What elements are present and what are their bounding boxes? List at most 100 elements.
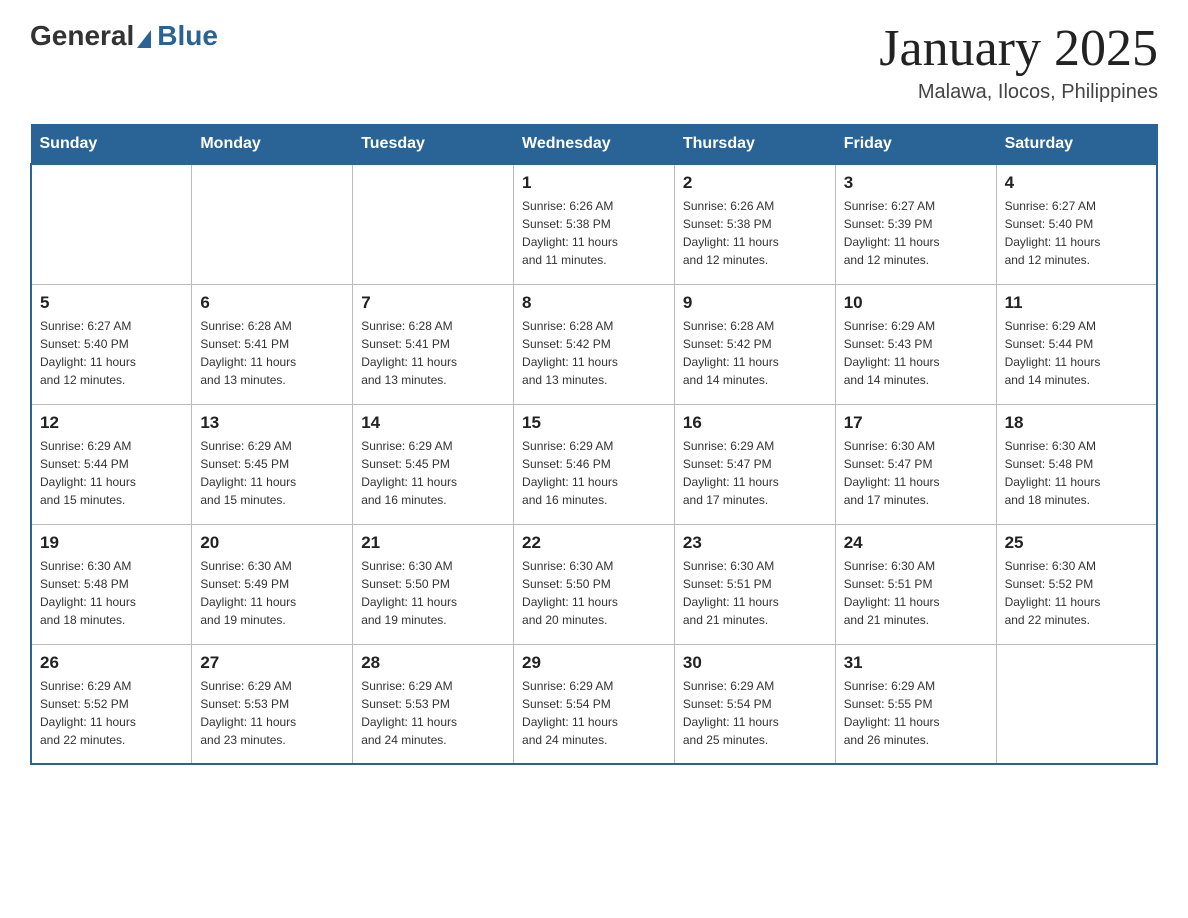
day-info: Sunrise: 6:30 AM Sunset: 5:48 PM Dayligh…	[1005, 437, 1148, 509]
weekday-header-friday: Friday	[835, 125, 996, 165]
weekday-header-saturday: Saturday	[996, 125, 1157, 165]
day-number: 15	[522, 413, 666, 433]
calendar-cell: 12Sunrise: 6:29 AM Sunset: 5:44 PM Dayli…	[31, 404, 192, 524]
day-number: 20	[200, 533, 344, 553]
calendar-cell	[192, 164, 353, 284]
day-number: 28	[361, 653, 505, 673]
calendar-cell: 6 Sunrise: 6:28 AM Sunset: 5:41 PM Daylig…	[192, 284, 353, 404]
weekday-header-wednesday: Wednesday	[514, 125, 675, 165]
day-number: 13	[200, 413, 344, 433]
location-subtitle: Malawa, Ilocos, Philippines	[879, 81, 1158, 104]
calendar-cell: 24 Sunrise: 6:30 AM Sunset: 5:51 PM Dayli…	[835, 524, 996, 644]
day-info: Sunrise: 6:29 AM Sunset: 5:45 PM Dayligh…	[200, 437, 344, 509]
day-number: 5	[40, 293, 183, 313]
calendar-week-row: 19Sunrise: 6:30 AM Sunset: 5:48 PM Dayli…	[31, 524, 1157, 644]
day-number: 18	[1005, 413, 1148, 433]
day-number: 30	[683, 653, 827, 673]
day-info: Sunrise: 6:28 AM Sunset: 5:41 PM Dayligh…	[361, 317, 505, 389]
day-number: 8	[522, 293, 666, 313]
day-number: 6	[200, 293, 344, 313]
calendar-cell: 5 Sunrise: 6:27 AM Sunset: 5:40 PM Daylig…	[31, 284, 192, 404]
calendar-cell: 11Sunrise: 6:29 AM Sunset: 5:44 PM Dayli…	[996, 284, 1157, 404]
calendar-cell: 7Sunrise: 6:28 AM Sunset: 5:41 PM Daylig…	[353, 284, 514, 404]
calendar-cell: 29Sunrise: 6:29 AM Sunset: 5:54 PM Dayli…	[514, 644, 675, 764]
day-number: 27	[200, 653, 344, 673]
day-number: 3	[844, 173, 988, 193]
calendar-body: 1 Sunrise: 6:26 AM Sunset: 5:38 PM Daylig…	[31, 164, 1157, 764]
calendar-cell: 9 Sunrise: 6:28 AM Sunset: 5:42 PM Daylig…	[674, 284, 835, 404]
weekday-header-row: SundayMondayTuesdayWednesdayThursdayFrid…	[31, 125, 1157, 165]
calendar-cell: 27 Sunrise: 6:29 AM Sunset: 5:53 PM Dayli…	[192, 644, 353, 764]
calendar-cell	[31, 164, 192, 284]
day-info: Sunrise: 6:30 AM Sunset: 5:51 PM Dayligh…	[683, 557, 827, 629]
calendar-week-row: 12Sunrise: 6:29 AM Sunset: 5:44 PM Dayli…	[31, 404, 1157, 524]
day-info: Sunrise: 6:29 AM Sunset: 5:53 PM Dayligh…	[200, 677, 344, 749]
calendar-cell: 22 Sunrise: 6:30 AM Sunset: 5:50 PM Dayli…	[514, 524, 675, 644]
day-info: Sunrise: 6:30 AM Sunset: 5:52 PM Dayligh…	[1005, 557, 1148, 629]
calendar-cell: 31 Sunrise: 6:29 AM Sunset: 5:55 PM Dayli…	[835, 644, 996, 764]
day-info: Sunrise: 6:30 AM Sunset: 5:51 PM Dayligh…	[844, 557, 988, 629]
calendar-cell: 15 Sunrise: 6:29 AM Sunset: 5:46 PM Dayli…	[514, 404, 675, 524]
calendar-cell: 23 Sunrise: 6:30 AM Sunset: 5:51 PM Dayli…	[674, 524, 835, 644]
calendar-cell: 17Sunrise: 6:30 AM Sunset: 5:47 PM Dayli…	[835, 404, 996, 524]
day-number: 21	[361, 533, 505, 553]
day-number: 31	[844, 653, 988, 673]
calendar-cell: 16Sunrise: 6:29 AM Sunset: 5:47 PM Dayli…	[674, 404, 835, 524]
page-header: General Blue January 2025 Malawa, Ilocos…	[30, 20, 1158, 104]
calendar-cell: 28 Sunrise: 6:29 AM Sunset: 5:53 PM Dayli…	[353, 644, 514, 764]
logo: General Blue	[30, 20, 218, 52]
day-number: 2	[683, 173, 827, 193]
calendar-cell: 26Sunrise: 6:29 AM Sunset: 5:52 PM Dayli…	[31, 644, 192, 764]
day-info: Sunrise: 6:30 AM Sunset: 5:49 PM Dayligh…	[200, 557, 344, 629]
day-number: 23	[683, 533, 827, 553]
day-number: 22	[522, 533, 666, 553]
weekday-header-monday: Monday	[192, 125, 353, 165]
day-number: 10	[844, 293, 988, 313]
day-info: Sunrise: 6:29 AM Sunset: 5:54 PM Dayligh…	[683, 677, 827, 749]
day-number: 14	[361, 413, 505, 433]
calendar-cell: 18 Sunrise: 6:30 AM Sunset: 5:48 PM Dayli…	[996, 404, 1157, 524]
calendar-table: SundayMondayTuesdayWednesdayThursdayFrid…	[30, 124, 1158, 765]
calendar-week-row: 26Sunrise: 6:29 AM Sunset: 5:52 PM Dayli…	[31, 644, 1157, 764]
day-info: Sunrise: 6:29 AM Sunset: 5:46 PM Dayligh…	[522, 437, 666, 509]
day-info: Sunrise: 6:27 AM Sunset: 5:40 PM Dayligh…	[40, 317, 183, 389]
day-info: Sunrise: 6:29 AM Sunset: 5:54 PM Dayligh…	[522, 677, 666, 749]
calendar-cell: 30 Sunrise: 6:29 AM Sunset: 5:54 PM Dayli…	[674, 644, 835, 764]
day-info: Sunrise: 6:26 AM Sunset: 5:38 PM Dayligh…	[683, 197, 827, 269]
calendar-cell: 14 Sunrise: 6:29 AM Sunset: 5:45 PM Dayli…	[353, 404, 514, 524]
day-number: 9	[683, 293, 827, 313]
calendar-cell: 4Sunrise: 6:27 AM Sunset: 5:40 PM Daylig…	[996, 164, 1157, 284]
day-info: Sunrise: 6:28 AM Sunset: 5:42 PM Dayligh…	[683, 317, 827, 389]
day-number: 12	[40, 413, 183, 433]
day-number: 25	[1005, 533, 1148, 553]
weekday-header-sunday: Sunday	[31, 125, 192, 165]
day-info: Sunrise: 6:26 AM Sunset: 5:38 PM Dayligh…	[522, 197, 666, 269]
weekday-header-thursday: Thursday	[674, 125, 835, 165]
logo-blue-text: Blue	[157, 20, 218, 52]
calendar-cell: 2 Sunrise: 6:26 AM Sunset: 5:38 PM Daylig…	[674, 164, 835, 284]
day-info: Sunrise: 6:29 AM Sunset: 5:55 PM Dayligh…	[844, 677, 988, 749]
title-block: January 2025 Malawa, Ilocos, Philippines	[879, 20, 1158, 104]
day-number: 16	[683, 413, 827, 433]
day-info: Sunrise: 6:27 AM Sunset: 5:39 PM Dayligh…	[844, 197, 988, 269]
calendar-cell: 13 Sunrise: 6:29 AM Sunset: 5:45 PM Dayli…	[192, 404, 353, 524]
calendar-cell	[996, 644, 1157, 764]
calendar-cell: 1 Sunrise: 6:26 AM Sunset: 5:38 PM Daylig…	[514, 164, 675, 284]
day-info: Sunrise: 6:28 AM Sunset: 5:42 PM Dayligh…	[522, 317, 666, 389]
calendar-cell: 3 Sunrise: 6:27 AM Sunset: 5:39 PM Daylig…	[835, 164, 996, 284]
calendar-week-row: 1 Sunrise: 6:26 AM Sunset: 5:38 PM Daylig…	[31, 164, 1157, 284]
day-info: Sunrise: 6:29 AM Sunset: 5:53 PM Dayligh…	[361, 677, 505, 749]
day-info: Sunrise: 6:29 AM Sunset: 5:45 PM Dayligh…	[361, 437, 505, 509]
logo-triangle-icon	[137, 30, 151, 48]
calendar-cell	[353, 164, 514, 284]
day-number: 1	[522, 173, 666, 193]
day-info: Sunrise: 6:28 AM Sunset: 5:41 PM Dayligh…	[200, 317, 344, 389]
day-number: 19	[40, 533, 183, 553]
calendar-cell: 10Sunrise: 6:29 AM Sunset: 5:43 PM Dayli…	[835, 284, 996, 404]
day-number: 11	[1005, 293, 1148, 313]
calendar-cell: 20 Sunrise: 6:30 AM Sunset: 5:49 PM Dayli…	[192, 524, 353, 644]
day-info: Sunrise: 6:30 AM Sunset: 5:50 PM Dayligh…	[522, 557, 666, 629]
calendar-header: SundayMondayTuesdayWednesdayThursdayFrid…	[31, 125, 1157, 165]
calendar-cell: 19Sunrise: 6:30 AM Sunset: 5:48 PM Dayli…	[31, 524, 192, 644]
day-number: 24	[844, 533, 988, 553]
